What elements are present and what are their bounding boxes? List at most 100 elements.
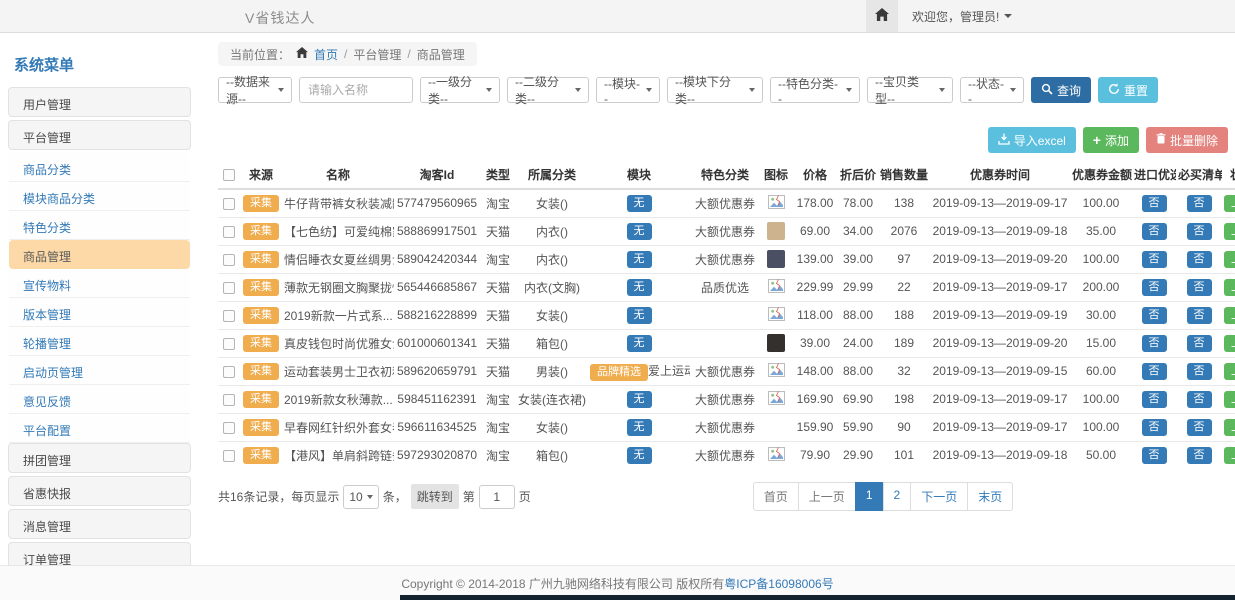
sidebar-item-订单管理[interactable]: 订单管理 [8, 542, 191, 565]
import-select-badge[interactable]: 否 [1142, 279, 1167, 296]
sidebar-item-意见反馈[interactable]: 意见反馈 [9, 385, 190, 414]
name-search-input[interactable] [299, 77, 413, 103]
sidebar-item-版本管理[interactable]: 版本管理 [9, 298, 190, 327]
row-checkbox[interactable] [223, 394, 235, 406]
import-select-badge[interactable]: 否 [1142, 419, 1167, 436]
checkbox-cell [218, 329, 240, 357]
sidebar-item-宣传物料[interactable]: 宣传物料 [9, 269, 190, 298]
module-select[interactable]: --模块-- [596, 77, 660, 103]
status-badge[interactable]: 上架 [1224, 419, 1235, 436]
sidebar-item-启动页管理[interactable]: 启动页管理 [9, 356, 190, 385]
sidebar-item-轮播管理[interactable]: 轮播管理 [9, 327, 190, 356]
must-buy-badge[interactable]: 否 [1187, 419, 1212, 436]
sidebar-item-平台管理[interactable]: 平台管理 [8, 120, 191, 150]
icp-link[interactable]: 粤ICP备16098006号 [724, 575, 833, 592]
add-button[interactable]: + 添加 [1083, 127, 1139, 153]
pager-上一页[interactable]: 上一页 [798, 482, 856, 511]
row-checkbox[interactable] [223, 254, 235, 266]
batch-delete-button[interactable]: 批量删除 [1146, 127, 1228, 153]
import-select-badge[interactable]: 否 [1142, 447, 1167, 464]
must-buy-badge[interactable]: 否 [1187, 195, 1212, 212]
must-buy-badge[interactable]: 否 [1187, 307, 1212, 324]
import-select-badge[interactable]: 否 [1142, 251, 1167, 268]
pager-首页[interactable]: 首页 [753, 482, 799, 511]
breadcrumb-home-link[interactable]: 首页 [314, 46, 338, 63]
sidebar-item-拼团管理[interactable]: 拼团管理 [8, 443, 191, 473]
pager-2[interactable]: 2 [883, 482, 912, 511]
import-select-badge[interactable]: 否 [1142, 307, 1167, 324]
per-page-select[interactable]: 10 [343, 485, 378, 509]
level2-category-select[interactable]: --二级分类-- [507, 77, 589, 103]
coupon-time-cell: 2019-09-13—2019-09-18 [930, 441, 1070, 469]
source-badge: 采集 [243, 419, 279, 436]
pager-1[interactable]: 1 [855, 482, 884, 511]
select-all-checkbox[interactable] [223, 169, 235, 181]
import-select-badge[interactable]: 否 [1142, 335, 1167, 352]
sidebar-item-特色分类[interactable]: 特色分类 [9, 211, 190, 240]
status-badge[interactable]: 上架 [1224, 195, 1235, 212]
must-buy-badge[interactable]: 否 [1187, 391, 1212, 408]
row-checkbox[interactable] [223, 450, 235, 462]
must-buy-badge[interactable]: 否 [1187, 363, 1212, 380]
must-buy-badge[interactable]: 否 [1187, 279, 1212, 296]
import-select-badge[interactable]: 否 [1142, 223, 1167, 240]
row-checkbox[interactable] [223, 226, 235, 238]
sidebar-item-商品分类[interactable]: 商品分类 [9, 153, 190, 182]
must-buy-cell: 否 [1176, 189, 1222, 217]
status-badge[interactable]: 上架 [1224, 307, 1235, 324]
must-buy-badge[interactable]: 否 [1187, 447, 1212, 464]
pager-下一页[interactable]: 下一页 [910, 482, 968, 511]
import-select-badge[interactable]: 否 [1142, 195, 1167, 212]
feature-cell: 大额优惠券 [690, 245, 760, 273]
bottom-strip [400, 595, 1235, 600]
import-excel-button[interactable]: 导入excel [988, 127, 1076, 153]
coupon-time-cell: 2019-09-13—2019-09-19 [930, 301, 1070, 329]
taoke-id-cell: 597293020870 [394, 441, 480, 469]
row-checkbox[interactable] [223, 422, 235, 434]
app-title: V省钱达人 [245, 8, 315, 28]
row-checkbox[interactable] [223, 338, 235, 350]
product-thumbnail [767, 222, 785, 240]
status-badge[interactable]: 上架 [1224, 391, 1235, 408]
data-source-select[interactable]: --数据来源-- [218, 77, 292, 103]
status-badge[interactable]: 上架 [1224, 447, 1235, 464]
pager-末页[interactable]: 末页 [967, 482, 1013, 511]
status-badge[interactable]: 上架 [1224, 335, 1235, 352]
status-badge[interactable]: 上架 [1224, 279, 1235, 296]
home-button[interactable] [866, 0, 898, 32]
level1-category-select[interactable]: --一级分类-- [420, 77, 500, 103]
jump-button[interactable]: 跳转到 [411, 484, 459, 509]
import-select-badge[interactable]: 否 [1142, 363, 1167, 380]
broken-image-icon [768, 450, 785, 464]
name-cell: 薄款无钢圈文胸聚拢性... [282, 273, 394, 301]
status-badge[interactable]: 上架 [1224, 223, 1235, 240]
sidebar-item-用户管理[interactable]: 用户管理 [8, 87, 191, 117]
row-checkbox[interactable] [223, 310, 235, 322]
row-checkbox[interactable] [223, 198, 235, 210]
import-select-badge[interactable]: 否 [1142, 391, 1167, 408]
jump-page-input[interactable] [479, 485, 515, 509]
trash-icon [1156, 133, 1166, 147]
must-buy-badge[interactable]: 否 [1187, 335, 1212, 352]
item-type-select[interactable]: --宝贝类型-- [867, 77, 953, 103]
feature-category-select[interactable]: --特色分类-- [770, 77, 860, 103]
sidebar-item-商品管理-active[interactable]: 商品管理 [9, 240, 190, 269]
sidebar-item-模块商品分类[interactable]: 模块商品分类 [9, 182, 190, 211]
module-subcategory-select[interactable]: --模块下分类-- [667, 77, 763, 103]
must-buy-badge[interactable]: 否 [1187, 251, 1212, 268]
status-select[interactable]: --状态-- [960, 77, 1024, 103]
sidebar-item-消息管理[interactable]: 消息管理 [8, 509, 191, 539]
must-buy-badge[interactable]: 否 [1187, 223, 1212, 240]
type-cell: 天猫 [480, 217, 516, 245]
query-button[interactable]: 查询 [1031, 77, 1091, 103]
sidebar-item-省惠快报[interactable]: 省惠快报 [8, 476, 191, 506]
sidebar-item-平台配置[interactable]: 平台配置 [9, 414, 190, 443]
row-checkbox[interactable] [223, 282, 235, 294]
reset-button[interactable]: 重置 [1098, 77, 1158, 103]
discount-price-cell: 34.00 [838, 217, 878, 245]
status-badge[interactable]: 上架 [1224, 363, 1235, 380]
status-badge[interactable]: 上架 [1224, 251, 1235, 268]
row-checkbox[interactable] [223, 366, 235, 378]
user-menu[interactable]: 欢迎您，管理员! [912, 8, 1012, 25]
import-select-cell: 否 [1132, 245, 1176, 273]
